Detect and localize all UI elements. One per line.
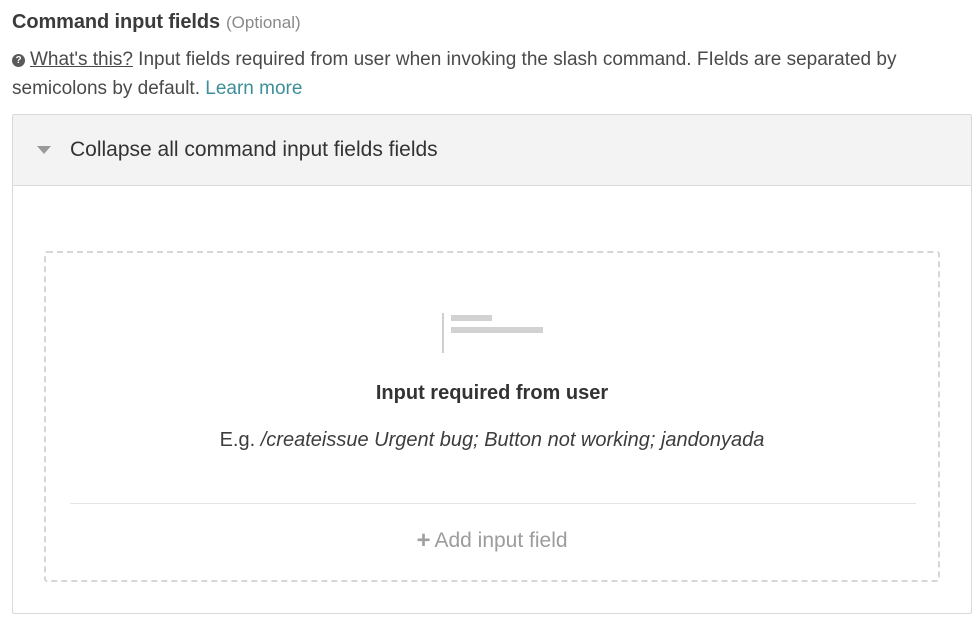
whats-this-link[interactable]: What's this? (30, 49, 133, 70)
plus-icon: + (416, 527, 431, 554)
add-input-field-button[interactable]: + Add input field (46, 529, 938, 553)
caret-down-icon (37, 146, 51, 154)
empty-state-title: Input required from user (375, 382, 609, 404)
section-header: Command input fields (Optional) (12, 9, 301, 35)
collapse-all-toggle[interactable]: Collapse all command input fields fields (13, 115, 971, 186)
illustration-cursor-bar (442, 313, 444, 353)
input-fields-panel: Collapse all command input fields fields… (12, 114, 972, 614)
divider (70, 503, 916, 504)
input-field-illustration (442, 313, 546, 357)
example-command: /createissue Urgent bug; Button not work… (260, 429, 765, 451)
section-title: Command input fields (12, 11, 221, 33)
optional-label: (Optional) (226, 13, 301, 32)
illustration-line-short (451, 315, 492, 321)
collapse-all-label: Collapse all command input fields fields (70, 138, 438, 161)
help-text: Input fields required from user when inv… (12, 49, 897, 99)
help-description: ? What's this? Input fields required from… (12, 45, 974, 103)
add-input-field-label: Add input field (434, 529, 568, 552)
question-circle-icon: ? (12, 54, 25, 67)
learn-more-link[interactable]: Learn more (205, 78, 302, 99)
example-prefix: E.g. (219, 429, 256, 451)
example-text: E.g. /createissue Urgent bug; Button not… (46, 429, 938, 452)
illustration-line-long (451, 327, 543, 333)
empty-state-dropzone: Input required from user E.g. /createiss… (44, 251, 940, 582)
